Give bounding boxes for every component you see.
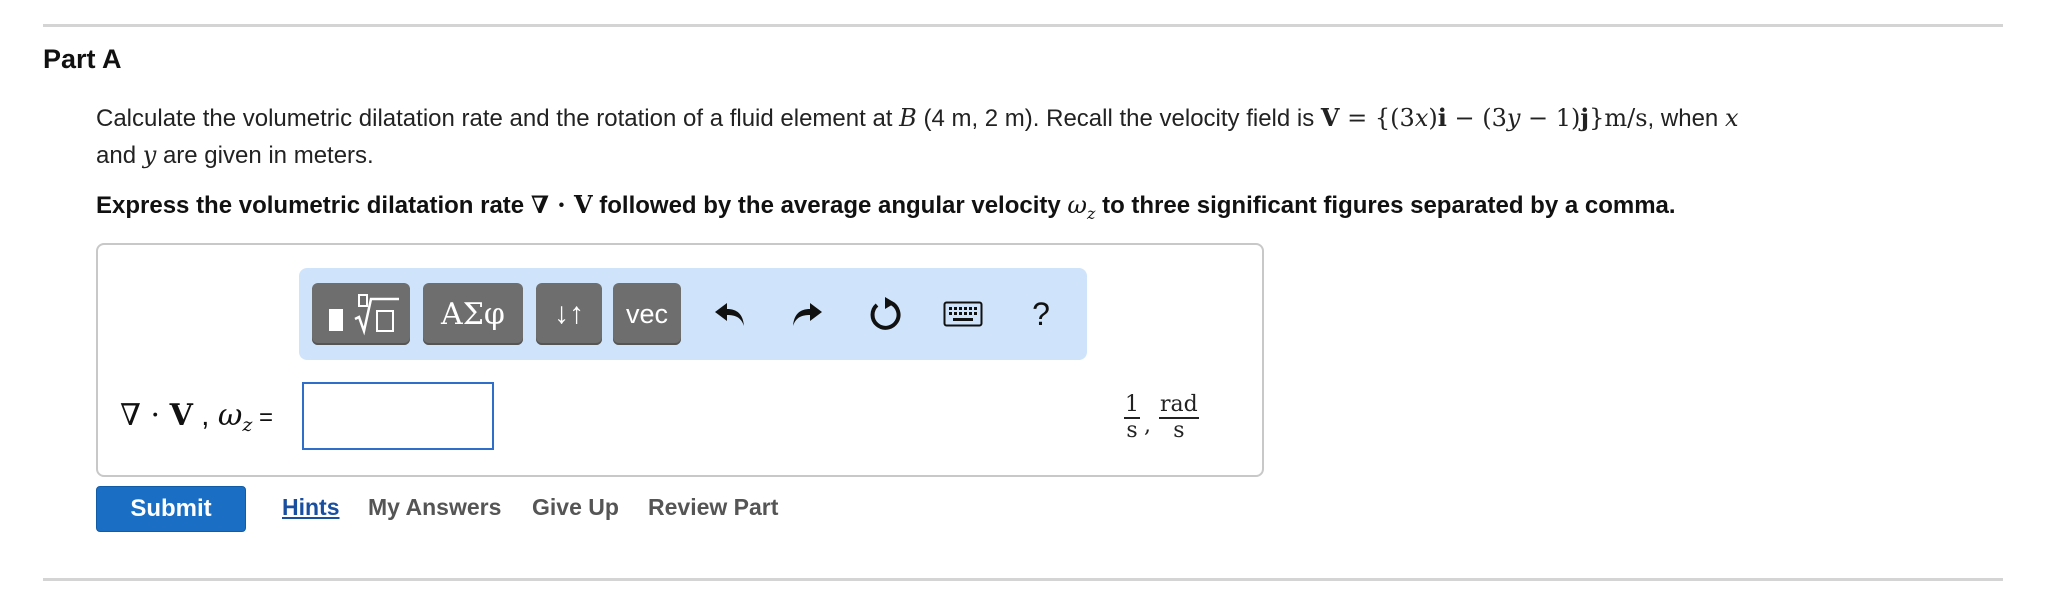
math-toolbar: ΑΣφ ↓↑ vec ?	[299, 268, 1087, 360]
eq-part-5: }m/s	[1589, 104, 1648, 132]
problem-text-4: and	[96, 142, 143, 169]
instruction-v: V	[573, 190, 593, 219]
problem-text-5: are given in meters.	[156, 142, 374, 169]
submit-button[interactable]: Submit	[96, 486, 246, 532]
eq-part-2: )	[1428, 104, 1438, 132]
label-comma: ,	[192, 399, 218, 432]
keyboard-icon[interactable]	[937, 288, 989, 340]
help-button[interactable]: ?	[1015, 288, 1067, 340]
my-answers-link[interactable]: My Answers	[368, 494, 501, 521]
point-b: B	[899, 104, 917, 132]
var-y: y	[142, 141, 157, 169]
greek-symbols-button[interactable]: ΑΣφ	[423, 283, 523, 345]
give-up-link[interactable]: Give Up	[532, 494, 619, 521]
nabla-dot: ∇ ·	[530, 190, 574, 219]
vector-button[interactable]: vec	[613, 283, 681, 345]
unit-2-numerator: rad	[1159, 392, 1199, 419]
eq-part-3: − (3	[1446, 104, 1507, 132]
answer-input[interactable]	[302, 382, 494, 450]
omega-symbol: ω	[1067, 191, 1087, 219]
templates-button[interactable]	[312, 283, 410, 345]
problem-statement: Calculate the volumetric dilatation rate…	[96, 99, 1996, 174]
eq-x: x	[1414, 104, 1429, 132]
arrows-button[interactable]: ↓↑	[536, 283, 602, 345]
undo-icon[interactable]	[704, 288, 756, 340]
answer-units: 1 s , rad s	[1124, 393, 1199, 443]
label-v: V	[169, 398, 193, 433]
unit-1-numerator: 1	[1124, 392, 1140, 419]
eq-part-1: = {(3	[1339, 104, 1415, 132]
problem-text-2: (4 m, 2 m). Recall the velocity field is	[916, 105, 1321, 132]
hints-link[interactable]: Hints	[282, 494, 340, 521]
part-title: Part A	[43, 44, 122, 74]
instruction-text-3: to three significant figures separated b…	[1095, 192, 1676, 219]
review-part-link[interactable]: Review Part	[648, 494, 778, 521]
templates-sqrt-icon	[329, 294, 399, 336]
unit-rad-per-second: rad s	[1159, 393, 1199, 443]
redo-icon[interactable]	[781, 288, 833, 340]
problem-text-1: Calculate the volumetric dilatation rate…	[96, 105, 900, 132]
var-x: x	[1724, 104, 1739, 132]
label-omega-sub: z	[242, 414, 253, 436]
unit-per-second: 1 s	[1124, 393, 1140, 443]
eq-i: i	[1437, 103, 1447, 132]
label-equals: =	[252, 404, 274, 431]
velocity-symbol: V	[1320, 103, 1340, 132]
label-omega: ω	[217, 398, 243, 433]
instruction-text-1: Express the volumetric dilatation rate	[96, 192, 531, 219]
unit-1-denominator: s	[1126, 418, 1138, 443]
unit-separator: ,	[1144, 412, 1151, 438]
unit-2-denominator: s	[1173, 418, 1185, 443]
eq-j: j	[1580, 103, 1590, 132]
bottom-divider	[43, 578, 2003, 581]
top-divider	[43, 24, 2003, 27]
problem-text-3: , when	[1647, 105, 1725, 132]
instruction: Express the volumetric dilatation rate ∇…	[96, 190, 1676, 223]
instruction-text-2: followed by the average angular velocity	[592, 192, 1068, 219]
label-nabla: ∇ ·	[120, 398, 170, 433]
eq-y: y	[1506, 104, 1521, 132]
eq-part-4: − 1)	[1520, 104, 1581, 132]
reset-icon[interactable]	[859, 288, 911, 340]
answer-label: ∇ · V , ωz =	[120, 398, 273, 436]
